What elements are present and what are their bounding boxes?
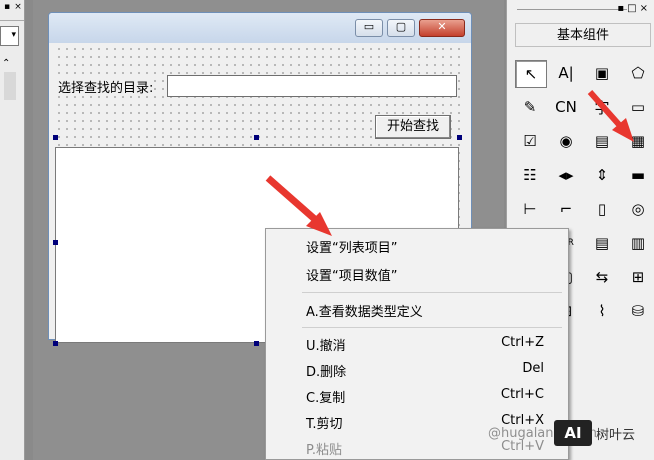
menu-item-undo[interactable]: U.撤消 xyxy=(306,335,346,354)
scroll-up-icon[interactable]: ⌃ xyxy=(2,58,10,69)
chart-icon[interactable]: ⌇ xyxy=(587,298,617,324)
start-search-button[interactable]: 开始查找 xyxy=(375,115,451,139)
menu-item-paste[interactable]: P.粘贴 xyxy=(306,439,342,458)
watermark-text: 树叶云 xyxy=(596,428,636,443)
maximize-button[interactable]: ▢ xyxy=(387,19,415,37)
scrollbar-h-icon[interactable]: ◂▸ xyxy=(551,162,581,188)
frame-icon[interactable]: ⌐ xyxy=(551,196,581,222)
menu-shortcut-copy: Ctrl+C xyxy=(500,387,544,402)
menu-shortcut-undo: Ctrl+Z xyxy=(501,335,544,350)
directory-input[interactable] xyxy=(167,75,457,97)
watermark-logo: AI xyxy=(554,420,592,446)
edit-icon[interactable]: ✎ xyxy=(515,94,545,120)
progress-icon[interactable]: ▬ xyxy=(623,162,653,188)
selection-handle[interactable] xyxy=(53,240,58,245)
menu-item-view-type-definition[interactable]: A.查看数据类型定义 xyxy=(306,301,423,320)
font-icon[interactable]: 字 xyxy=(587,94,617,120)
cn-edit-icon[interactable]: CN xyxy=(551,94,581,120)
close-icon[interactable]: × xyxy=(13,2,23,12)
listbox-icon[interactable]: ▤ xyxy=(587,128,617,154)
odbc-icon[interactable]: ⛁ xyxy=(623,298,653,324)
label-icon[interactable]: A| xyxy=(551,60,581,86)
menu-separator xyxy=(302,292,562,293)
palette-header-basic[interactable]: 基本组件 xyxy=(515,23,651,47)
button-icon[interactable]: ▭ xyxy=(623,94,653,120)
transfer-icon[interactable]: ⇆ xyxy=(587,264,617,290)
palette-controls[interactable]: ▪□× xyxy=(617,3,651,14)
tab-icon[interactable]: ▯ xyxy=(587,196,617,222)
directory-label[interactable]: 选择查找的目录: xyxy=(57,77,155,96)
list-view-icon[interactable]: ▦ xyxy=(623,128,653,154)
left-dock-panel: ▪ × ▾ ⌃ xyxy=(0,0,25,460)
menu-separator xyxy=(302,327,562,328)
selection-handle[interactable] xyxy=(254,135,259,140)
pointer-icon[interactable]: ↖ xyxy=(515,60,547,88)
pin-icon[interactable]: ▪ xyxy=(2,2,12,12)
object-combo[interactable]: ▾ xyxy=(0,26,19,46)
document-icon[interactable]: ▤ xyxy=(587,230,617,256)
shape-icon[interactable]: ⬠ xyxy=(623,60,653,86)
menu-item-set-list-items[interactable]: 设置“列表项目” xyxy=(306,237,397,256)
chevron-down-icon: ▾ xyxy=(11,30,16,40)
camera-icon[interactable]: ◎ xyxy=(623,196,653,222)
checkbox-icon[interactable]: ☑ xyxy=(515,128,545,154)
slider-icon[interactable]: ⊢ xyxy=(515,196,545,222)
spin-icon[interactable]: ⇕ xyxy=(587,162,617,188)
selection-handle[interactable] xyxy=(254,341,259,346)
scrollbar-thumb[interactable] xyxy=(4,72,16,100)
picture-icon[interactable]: ▣ xyxy=(587,60,617,86)
selection-handle[interactable] xyxy=(457,135,462,140)
close-button[interactable]: ✕ xyxy=(419,19,465,37)
minimize-button[interactable]: ▭ xyxy=(355,19,383,37)
window-titlebar[interactable]: ▭ ▢ ✕ xyxy=(49,13,471,43)
tool-icon-24[interactable]: ▥ xyxy=(623,230,653,256)
selection-handle[interactable] xyxy=(53,135,58,140)
selection-handle[interactable] xyxy=(53,341,58,346)
divider xyxy=(517,9,627,10)
menu-item-delete[interactable]: D.删除 xyxy=(306,361,346,380)
network-icon[interactable]: ⊞ xyxy=(623,264,653,290)
radio-icon[interactable]: ◉ xyxy=(551,128,581,154)
menu-item-copy[interactable]: C.复制 xyxy=(306,387,345,406)
divider xyxy=(0,20,24,21)
menu-item-set-item-values[interactable]: 设置“项目数值” xyxy=(306,265,397,284)
watermark: @hugalanglanjin AI 树叶云 xyxy=(488,418,654,460)
menu-item-cut[interactable]: T.剪切 xyxy=(306,413,343,432)
combo-list-icon[interactable]: ☷ xyxy=(515,162,545,188)
menu-shortcut-delete: Del xyxy=(522,361,544,376)
